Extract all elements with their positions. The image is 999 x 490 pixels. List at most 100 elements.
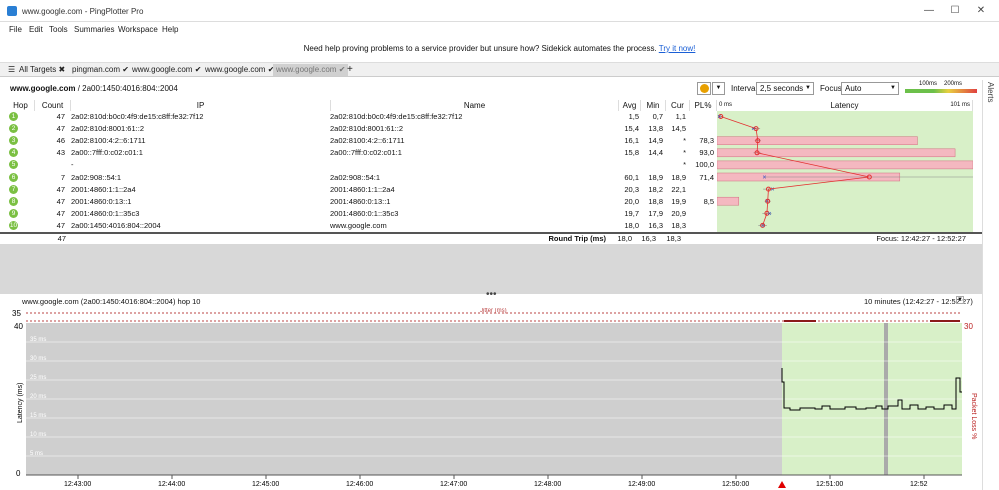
col-name[interactable]: Name: [331, 100, 619, 111]
hop-avg: 20,3: [624, 184, 639, 194]
y2max-label: 30: [964, 322, 973, 331]
alerts-panel-tab[interactable]: Alerts: [982, 80, 999, 490]
tab-all-targets[interactable]: All Targets ✖: [19, 64, 65, 76]
close-icon[interactable]: ✖: [58, 65, 65, 74]
hop-ip: 2001:4860:1:1::2a4: [71, 184, 136, 194]
tab-google-1[interactable]: www.google.com ✔: [132, 64, 201, 76]
hop-count: [37, 159, 65, 170]
rt-cur: 18,3: [666, 234, 681, 243]
x-tick-label: 12:51:00: [816, 481, 843, 488]
hop-ip: 2a02:810d:8001:61::2: [71, 124, 144, 134]
col-avg[interactable]: Avg: [619, 100, 641, 111]
hop-avg: 15,8: [624, 148, 639, 158]
hop-ip: 2a00::7fff:0:c02:c01:1: [71, 148, 143, 158]
hop-name: 2a02:908::54:1: [330, 172, 381, 182]
latency-color-legend: [905, 89, 977, 93]
hop-number-badge: 8: [9, 196, 18, 206]
jitter-label: Jitter (ms): [480, 308, 507, 314]
y2label: Packet Loss %: [970, 393, 977, 439]
hop-pl: [690, 111, 714, 122]
pause-icon: [700, 84, 709, 93]
col-count[interactable]: Count: [35, 100, 71, 111]
packet-loss-bar: [717, 160, 973, 170]
hop-cur: 14,5: [671, 124, 686, 134]
app-icon: [7, 6, 17, 16]
hop-number-badge: 4: [9, 148, 18, 158]
trace-table: Hop Count IP Name Avg Min Cur PL% 0 ms L…: [7, 100, 973, 233]
hop-pl: 71,4: [699, 172, 714, 182]
hop-avg: 1,5: [628, 112, 639, 121]
x-tick-label: 12:44:00: [158, 481, 185, 488]
notice-link[interactable]: Try it now!: [659, 44, 696, 53]
hop-name: 2a02:810d:b0c0:4f9:de15:c8ff:fe32:7f12: [330, 112, 463, 121]
timegraph-header: www.google.com (2a00:1450:4016:804::2004…: [0, 295, 982, 307]
window-title: www.google.com - PingPlotter Pro: [22, 7, 144, 16]
latency-max-label: 101 ms: [950, 102, 970, 108]
x-tick-label: 12:50:00: [722, 481, 749, 488]
tab-label: www.google.com: [205, 65, 266, 74]
tab-pingman[interactable]: pingman.com ✔: [72, 64, 129, 76]
hop-min: 18,2: [648, 184, 663, 194]
hop-number-badge: 6: [9, 172, 18, 182]
interval-select[interactable]: 2,5 seconds ▼: [756, 82, 814, 95]
ymin-label: 0: [16, 469, 21, 478]
tab-google-2[interactable]: www.google.com ✔: [205, 64, 274, 76]
menu-workspace[interactable]: Workspace: [118, 25, 158, 34]
grid-label: 10 ms: [30, 432, 46, 438]
hop-number-badge: 2: [9, 124, 18, 134]
tab-google-3[interactable]: www.google.com ✔: [273, 64, 349, 76]
minimize-button[interactable]: —: [917, 3, 941, 19]
menu-help[interactable]: Help: [162, 25, 178, 34]
interval-label: Interval: [731, 84, 758, 93]
hop-count: 7: [60, 172, 65, 182]
hop-ip: 2001:4860:0:13::1: [71, 196, 132, 206]
hop-ip: 2001:4860:0:1::35c3: [71, 208, 140, 218]
hop-avg: 16,1: [624, 136, 639, 146]
menu-tools[interactable]: Tools: [49, 25, 68, 34]
hop-avg: 20,0: [624, 196, 639, 206]
add-tab-button[interactable]: +: [347, 64, 353, 76]
round-trip-row: 47 Round Trip (ms) 18,0 16,3 18,3 Focus:…: [0, 234, 982, 244]
hop-number-badge: 5: [9, 160, 18, 170]
col-cur[interactable]: Cur: [666, 100, 690, 111]
close-button[interactable]: ✕: [969, 3, 993, 19]
hop-pl: [690, 208, 714, 219]
maximize-button[interactable]: ☐: [943, 3, 967, 19]
hop-cur: 1,1: [675, 112, 686, 121]
hop-count: 47: [56, 196, 65, 206]
hop-cur: 18,3: [671, 220, 686, 230]
pause-button[interactable]: [697, 82, 711, 95]
menu-file[interactable]: File: [9, 25, 22, 34]
focus-select[interactable]: Auto ▼: [841, 82, 899, 95]
hop-count: 43: [56, 148, 65, 158]
col-min[interactable]: Min: [641, 100, 666, 111]
grid-label: 35 ms: [30, 337, 46, 343]
menu-summaries[interactable]: Summaries: [74, 25, 114, 34]
menu-edit[interactable]: Edit: [29, 25, 43, 34]
legend-100: 100ms: [919, 81, 938, 87]
col-ip[interactable]: IP: [71, 100, 331, 111]
check-icon: ✔: [122, 65, 129, 74]
target-label: www.google.com / 2a00:1450:4016:804::200…: [10, 84, 178, 93]
chevron-down-icon[interactable]: ▼: [712, 82, 725, 95]
rt-label: Round Trip (ms): [548, 234, 607, 243]
hop-count: 47: [56, 220, 65, 230]
current-latency-marker: ×: [765, 199, 769, 206]
latency-trace-plot: ×××××××: [717, 111, 973, 232]
latency-header-label: Latency: [830, 101, 859, 110]
hop-name: 2001:4860:1:1::2a4: [330, 184, 395, 194]
now-marker-icon: [778, 481, 786, 488]
col-latency[interactable]: 0 ms Latency 101 ms: [717, 100, 973, 111]
hop-pl: [690, 123, 714, 134]
hop-min: 14,9: [648, 136, 663, 146]
focus-label: Focus: [820, 84, 842, 93]
rt-count: 47: [57, 234, 66, 243]
col-hop[interactable]: Hop: [7, 100, 35, 111]
alerts-label: Alerts: [986, 82, 995, 103]
col-pl[interactable]: PL%: [690, 100, 717, 111]
hop-count: 47: [56, 112, 65, 121]
rt-avg: 18,0: [617, 234, 632, 243]
title-bar: www.google.com - PingPlotter Pro — ☐ ✕: [0, 0, 999, 22]
packet-loss-bar: [717, 196, 740, 206]
chevron-down-icon[interactable]: ▼: [956, 296, 964, 304]
